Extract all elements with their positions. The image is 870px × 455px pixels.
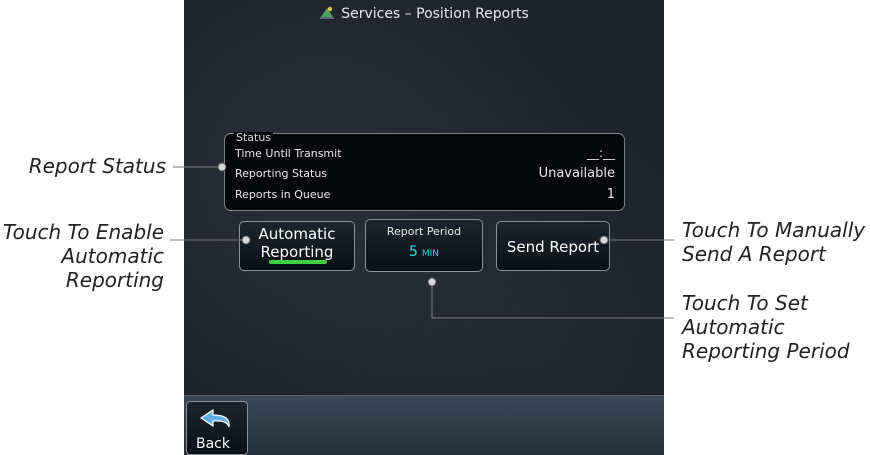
callout-report-status: Report Status	[10, 154, 166, 178]
callout-dot	[217, 162, 227, 172]
callout-dot	[599, 235, 609, 245]
callout-enable-automatic: Touch To Enable Automatic Reporting	[2, 220, 164, 292]
callout-dot	[241, 235, 251, 245]
callout-text: Reporting Period	[682, 339, 850, 363]
callout-set-period: Touch To Set Automatic Reporting Period	[682, 291, 868, 363]
callout-text: Automatic	[682, 315, 785, 339]
callout-text: Touch To Enable	[2, 220, 164, 244]
callout-text: Send A Report	[682, 242, 826, 266]
callout-text: Touch To Set	[682, 291, 808, 315]
callout-text: Touch To Manually	[682, 218, 866, 242]
callout-dot	[427, 277, 437, 287]
callout-send-report: Touch To Manually Send A Report	[682, 218, 868, 266]
callout-text: Report Status	[28, 154, 166, 178]
callout-text: Reporting	[65, 268, 164, 292]
callout-text: Automatic	[61, 244, 164, 268]
